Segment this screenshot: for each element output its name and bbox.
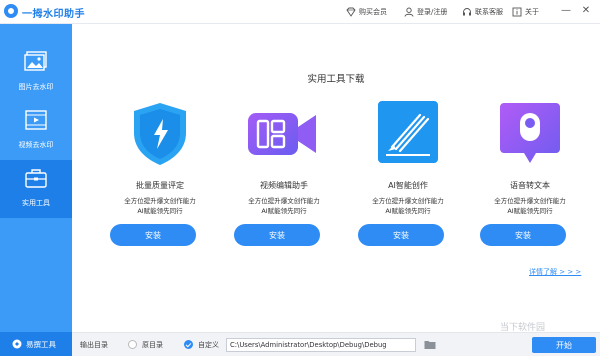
video-icon	[25, 110, 47, 130]
brand-footer-link[interactable]: 易撰工具	[0, 332, 72, 356]
output-bar: 输出目录 原目录 自定义 开始	[72, 332, 600, 356]
title-bar: 一拇水印助手 购买会员 登录/注册 联系客服 关于 — ✕	[0, 0, 600, 24]
brand-label: 易撰工具	[26, 339, 56, 349]
sidebar-item-label: 视频去水印	[18, 141, 54, 149]
contact-service-button[interactable]: 联系客服	[462, 6, 503, 18]
user-icon	[404, 7, 414, 17]
page-title: 实用工具下载	[307, 74, 365, 85]
output-path-field[interactable]	[226, 338, 416, 352]
sidebar-item-tools[interactable]: 实用工具	[0, 160, 72, 218]
vip-button[interactable]: 购买会员	[346, 6, 387, 18]
sidebar-item-image-watermark[interactable]: 图片去水印	[0, 44, 72, 102]
custom-dir-label: 自定义	[198, 341, 219, 349]
app-title: 一拇水印助手	[22, 9, 85, 20]
about-label: 关于	[525, 8, 539, 16]
more-details-link[interactable]: 详情了解 > > >	[529, 267, 581, 277]
tool-card-ai-writing: AI智能创作 全方位提升爆文创作能力 AI赋能领先同行 安装	[358, 99, 458, 279]
login-button[interactable]: 登录/注册	[404, 6, 447, 18]
original-dir-label: 原目录	[142, 341, 163, 349]
tool-name: AI智能创作	[388, 181, 428, 190]
close-button[interactable]: ✕	[580, 5, 592, 17]
info-icon	[512, 7, 522, 17]
install-button[interactable]: 安装	[480, 224, 566, 246]
tool-desc: 全方位提升爆文创作能力 AI赋能领先同行	[124, 197, 196, 215]
tool-desc: 全方位提升爆文创作能力 AI赋能领先同行	[248, 197, 320, 215]
main-panel: 实用工具下载 批量质量评定 全方位提升爆文创作能力 AI赋能领先同行 安装 视频…	[72, 24, 600, 332]
shield-bolt-icon	[134, 103, 186, 165]
sidebar-item-video-watermark[interactable]: 视频去水印	[0, 102, 72, 160]
original-dir-radio[interactable]	[128, 340, 137, 349]
install-button[interactable]: 安装	[234, 224, 320, 246]
site-watermark: 当下软件园	[500, 323, 546, 333]
tool-name: 视频编辑助手	[260, 181, 308, 190]
app-logo-icon	[4, 4, 18, 18]
tool-card-batch-quality: 批量质量评定 全方位提升爆文创作能力 AI赋能领先同行 安装	[110, 99, 210, 279]
tool-desc: 全方位提升爆文创作能力 AI赋能领先同行	[494, 197, 566, 215]
custom-dir-radio[interactable]	[184, 340, 193, 349]
tool-card-speech-to-text: 语音转文本 全方位提升爆文创作能力 AI赋能领先同行 安装	[480, 99, 580, 279]
toolbox-icon	[25, 169, 47, 188]
ai-pen-icon	[378, 101, 438, 163]
install-button[interactable]: 安装	[358, 224, 444, 246]
vip-label: 购买会员	[359, 8, 387, 16]
tool-name: 批量质量评定	[136, 181, 184, 190]
service-label: 联系客服	[475, 8, 503, 16]
tool-desc: 全方位提升爆文创作能力 AI赋能领先同行	[372, 197, 444, 215]
about-button[interactable]: 关于	[512, 6, 539, 18]
sidebar-item-label: 实用工具	[22, 199, 50, 207]
video-editor-icon	[248, 113, 316, 155]
login-label: 登录/注册	[417, 8, 448, 16]
output-dir-label: 输出目录	[80, 341, 108, 349]
tool-name: 语音转文本	[510, 181, 550, 190]
image-icon	[24, 51, 47, 71]
install-button[interactable]: 安装	[110, 224, 196, 246]
sidebar-item-label: 图片去水印	[18, 83, 54, 91]
tool-card-video-editor: 视频编辑助手 全方位提升爆文创作能力 AI赋能领先同行 安装	[234, 99, 334, 279]
folder-icon[interactable]	[424, 339, 436, 350]
diamond-icon	[346, 7, 356, 17]
headset-icon	[463, 8, 471, 16]
start-button[interactable]: 开始	[532, 337, 596, 353]
voice-icon	[500, 103, 560, 163]
minimize-button[interactable]: —	[560, 5, 572, 17]
brand-logo-icon	[12, 339, 22, 349]
sidebar: 图片去水印 视频去水印 实用工具	[0, 24, 72, 356]
